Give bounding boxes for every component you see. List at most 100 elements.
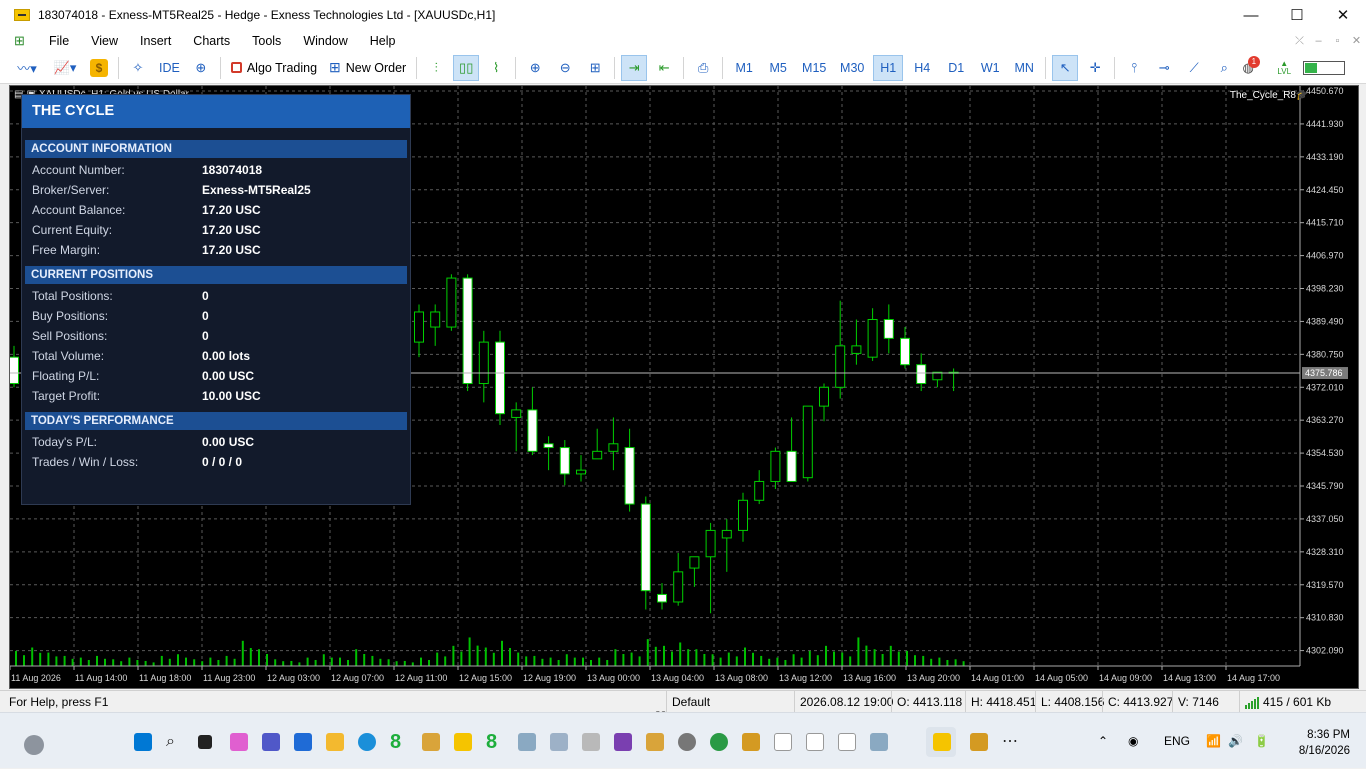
timeframe-h4[interactable]: H4 — [907, 55, 937, 81]
minimize-button[interactable]: — — [1228, 0, 1274, 30]
line-chart-button[interactable]: ⌇ — [483, 55, 509, 81]
document-icon[interactable] — [774, 733, 792, 751]
tile-windows-button[interactable]: ⊞ — [582, 55, 608, 81]
winrar-icon-2[interactable] — [970, 733, 988, 751]
bar-chart-button[interactable]: ⫶ — [423, 55, 449, 81]
crosshair-button[interactable]: ✛ — [1082, 55, 1108, 81]
menu-help[interactable]: Help — [359, 30, 407, 52]
price-label: 4415.710 — [1306, 218, 1344, 228]
timeframe-d1[interactable]: D1 — [941, 55, 971, 81]
pin-icon[interactable]: ⤫ — [1290, 30, 1309, 52]
price-label: 4319.570 — [1306, 580, 1344, 590]
chart-window-icon[interactable]: ⊞ — [14, 34, 28, 48]
algo-trading-button[interactable]: Algo Trading — [227, 55, 321, 81]
mdi-minimize-icon[interactable]: – — [1309, 30, 1328, 52]
maximize-button[interactable]: ☐ — [1274, 0, 1320, 30]
snip-tool-icon[interactable] — [582, 733, 600, 751]
indicators-dropdown[interactable]: 📈▾ — [48, 55, 82, 81]
obsidian-icon[interactable] — [614, 733, 632, 751]
volume-icon[interactable]: 🔊 — [1228, 713, 1243, 769]
ai-assistant-button[interactable]: ✧ — [125, 55, 151, 81]
chrome-icon[interactable] — [710, 733, 728, 751]
mdi-restore-icon[interactable]: ▫ — [1328, 30, 1347, 52]
notifications-button[interactable]: ◍ 1 — [1241, 55, 1267, 81]
position-info-value: 0.00 lots — [202, 349, 251, 363]
timeframe-w1[interactable]: W1 — [975, 55, 1005, 81]
ide-button[interactable]: IDE — [155, 55, 184, 81]
document-icon-2[interactable] — [806, 733, 824, 751]
more-apps-icon[interactable]: ⋯ — [1002, 733, 1020, 751]
menu-insert[interactable]: Insert — [129, 30, 182, 52]
teams-icon[interactable] — [262, 733, 280, 751]
app-eight-icon[interactable]: 8 — [390, 732, 408, 752]
document-icon-3[interactable] — [838, 733, 856, 751]
hat-icon[interactable]: 🎓 — [1296, 90, 1308, 101]
new-order-button[interactable]: ⊞ New Order — [325, 55, 410, 81]
account-info-label: Broker/Server: — [32, 183, 110, 197]
image-viewer-icon-2[interactable] — [870, 733, 888, 751]
level-button[interactable]: ▲ LVL — [1271, 55, 1297, 81]
language-indicator[interactable]: ENG — [1164, 713, 1190, 769]
market-button[interactable]: $ — [86, 55, 112, 81]
weather-widget-icon[interactable] — [24, 735, 44, 755]
time-label: 14 Aug 05:00 — [1035, 673, 1088, 683]
app-eight-icon-2[interactable]: 8 — [486, 732, 504, 752]
chart-shift-button[interactable]: ⇤ — [651, 55, 677, 81]
timeframe-m5[interactable]: M5 — [763, 55, 793, 81]
menu-tools[interactable]: Tools — [241, 30, 292, 52]
clock[interactable]: 8:36 PM 8/16/2026 — [1299, 727, 1350, 759]
metatrader-active-icon[interactable] — [933, 733, 951, 751]
edge-icon[interactable] — [358, 733, 376, 751]
vertical-line-button[interactable]: ⫯ — [1121, 55, 1147, 81]
indicator-label: The_Cycle_R8 — [1229, 90, 1296, 101]
network-status-icon[interactable]: ◉ — [1128, 713, 1138, 769]
folder-icon[interactable] — [422, 733, 440, 751]
status-close: C: 4413.927 — [1102, 691, 1173, 713]
animal-app-icon[interactable] — [678, 733, 696, 751]
timeframe-m30[interactable]: M30 — [835, 55, 869, 81]
current-price-label: 4375.786 — [1305, 368, 1343, 378]
timeframe-m15[interactable]: M15 — [797, 55, 831, 81]
candlestick-button[interactable]: ▯▯ — [453, 54, 480, 81]
zoom-out-button[interactable]: ⊖ — [552, 55, 578, 81]
task-view-icon[interactable] — [198, 735, 212, 749]
metatrader-icon[interactable] — [454, 733, 472, 751]
status-profile[interactable]: Default — [666, 691, 710, 713]
vertical-line-icon: ⫯ — [1131, 59, 1138, 75]
autoscroll-button[interactable]: ⇥ — [621, 54, 648, 81]
menu-view[interactable]: View — [80, 30, 129, 52]
search-button[interactable]: ⌕ — [1211, 55, 1237, 81]
menu-charts[interactable]: Charts — [182, 30, 241, 52]
toolbar-separator — [1045, 56, 1047, 79]
screenshot-button[interactable]: ⎙ — [690, 55, 716, 81]
file-explorer-icon[interactable] — [326, 733, 344, 751]
timeframe-mn[interactable]: MN — [1009, 55, 1039, 81]
close-button[interactable]: ✕ — [1320, 0, 1366, 30]
store-icon[interactable] — [294, 733, 312, 751]
copilot-icon[interactable] — [230, 733, 248, 751]
price-label: 4424.450 — [1306, 185, 1344, 195]
search-icon[interactable]: ⌕ — [166, 733, 184, 751]
wifi-icon[interactable]: 📶 — [1206, 713, 1221, 769]
candle-body — [689, 556, 700, 569]
trendline-button[interactable]: ⟋ — [1181, 55, 1207, 81]
mdi-close-icon[interactable]: ✕ — [1347, 30, 1366, 52]
show-hidden-icons[interactable]: ⌃ — [1098, 713, 1108, 769]
photos-icon[interactable] — [550, 733, 568, 751]
zoom-in-button[interactable]: ⊕ — [522, 55, 548, 81]
winrar-icon[interactable] — [742, 733, 760, 751]
battery-icon[interactable]: 🔋 — [1254, 713, 1269, 769]
folder-icon-2[interactable] — [646, 733, 664, 751]
start-button-icon[interactable] — [134, 733, 152, 751]
horizontal-line-button[interactable]: ⊸ — [1151, 55, 1177, 81]
indicator-icon: 📈▾ — [53, 59, 77, 75]
chart-type-dropdown[interactable]: 〰▾ — [10, 55, 44, 81]
timeframe-m1[interactable]: M1 — [729, 55, 759, 81]
image-viewer-icon[interactable] — [518, 733, 536, 751]
timeframe-h1[interactable]: H1 — [873, 54, 904, 81]
candle-body — [462, 277, 473, 385]
menu-file[interactable]: File — [38, 30, 80, 52]
cursor-button[interactable]: ↖ — [1052, 54, 1079, 81]
vps-button[interactable]: ⊕ — [188, 55, 214, 81]
menu-window[interactable]: Window — [292, 30, 358, 52]
